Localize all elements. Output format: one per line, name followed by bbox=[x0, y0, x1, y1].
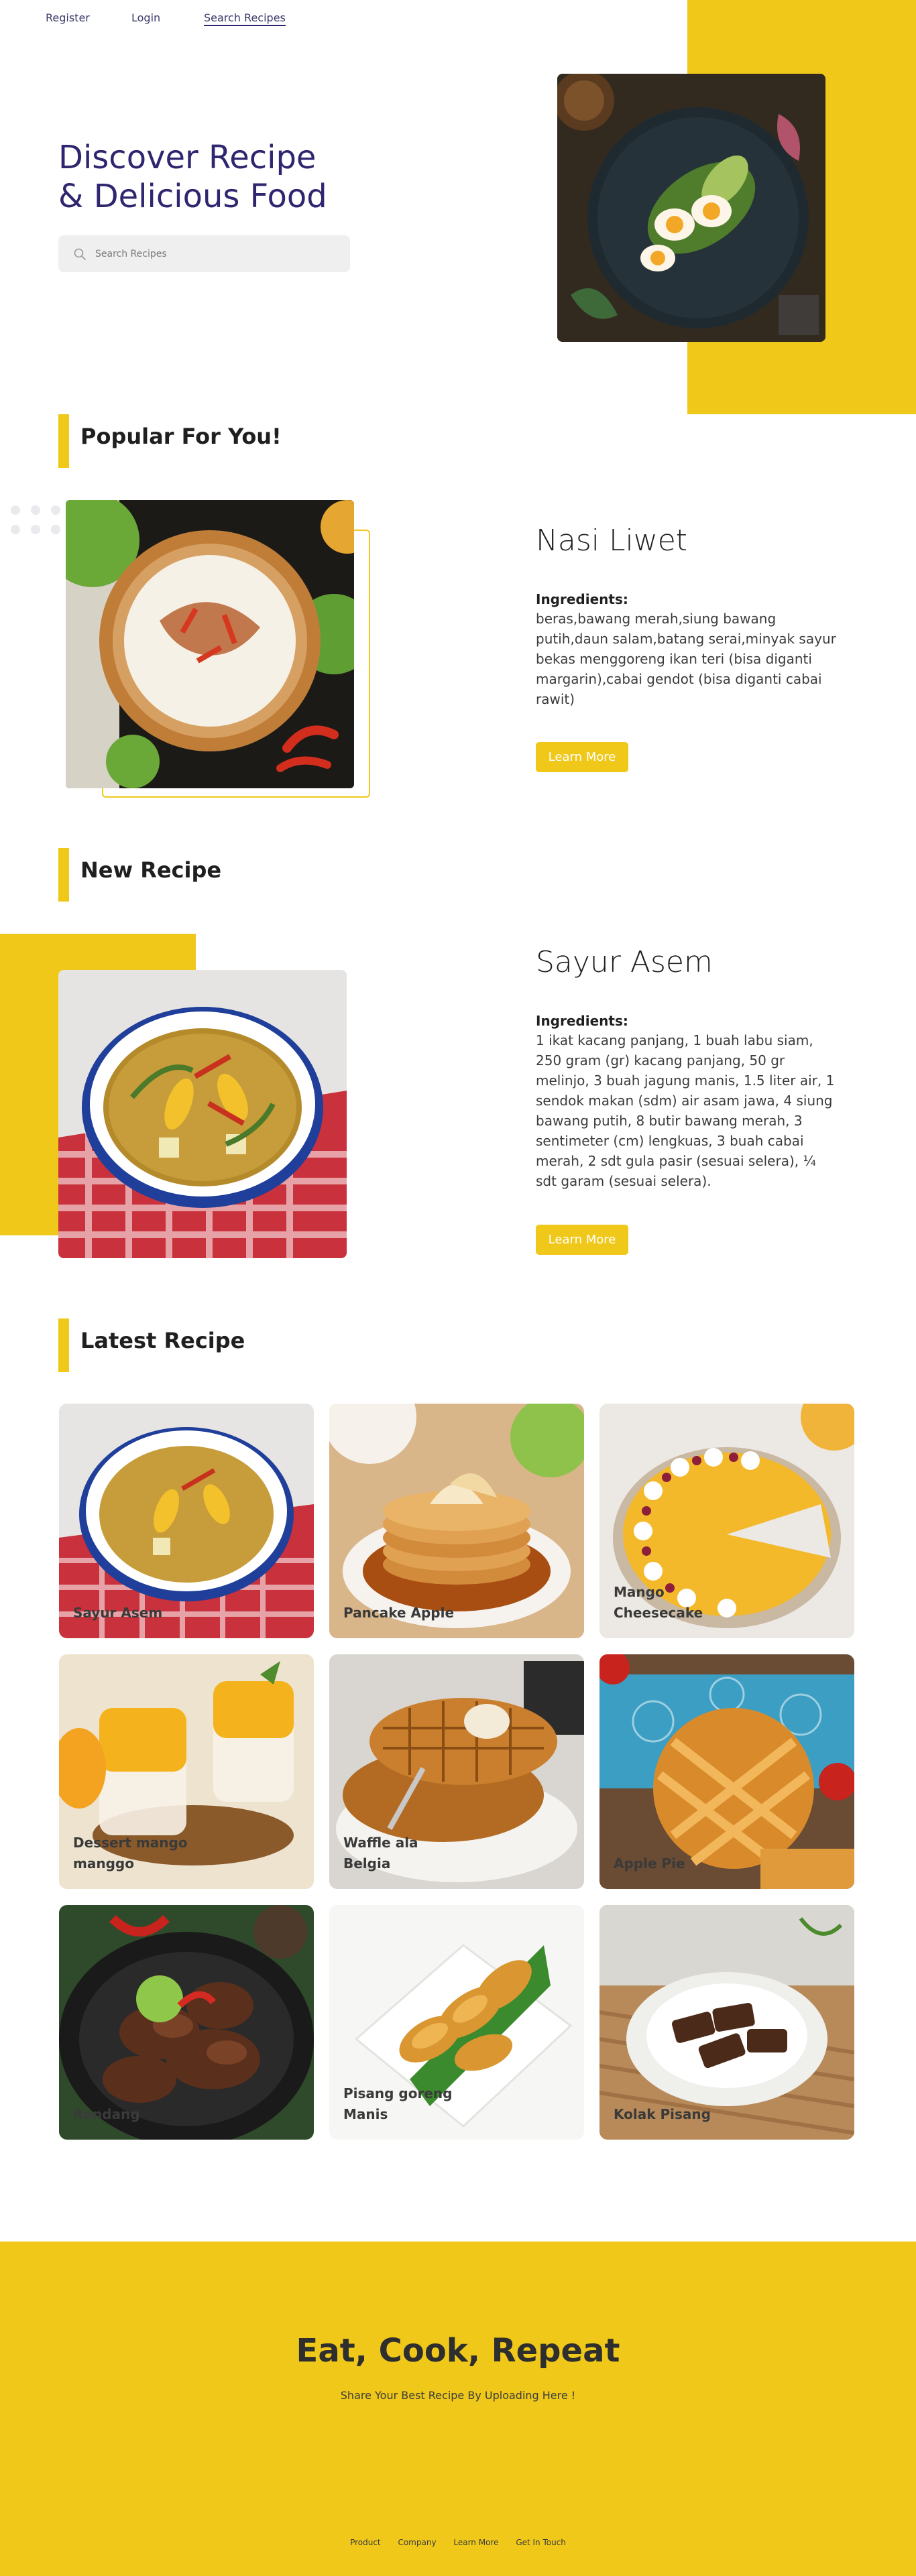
nav-register-link[interactable]: Register bbox=[46, 11, 90, 24]
popular-heading: Popular For You! bbox=[80, 424, 282, 449]
recipe-card-title: Sayur Asem bbox=[73, 1605, 163, 1621]
footer-link-get-in-touch[interactable]: Get In Touch bbox=[516, 2538, 566, 2547]
recipe-card-title: Kolak Pisang bbox=[614, 2106, 711, 2122]
new-recipe-section-bar bbox=[58, 848, 69, 902]
hero-title: Discover Recipe & Delicious Food bbox=[58, 138, 407, 216]
hero-title-line2: & Delicious Food bbox=[58, 178, 327, 215]
footer-title: Eat, Cook, Repeat bbox=[296, 2332, 620, 2370]
decor-dot bbox=[51, 525, 60, 534]
new-recipe-learn-more-button[interactable]: Learn More bbox=[536, 1225, 628, 1255]
recipe-card[interactable]: Mango Cheesecake bbox=[599, 1404, 854, 1638]
new-recipe-heading: New Recipe bbox=[80, 857, 222, 883]
recipe-card-title: Rendang bbox=[73, 2106, 140, 2122]
new-recipe-name: Sayur Asem bbox=[536, 945, 713, 979]
recipe-card-title: Pisang goreng Manis bbox=[343, 2085, 453, 2122]
popular-ingredients-text: beras,bawang merah,siung bawang putih,da… bbox=[536, 611, 836, 707]
popular-section-bar bbox=[58, 414, 69, 468]
popular-ingredients-label: Ingredients: bbox=[536, 591, 628, 607]
footer-subtitle: Share Your Best Recipe By Uploading Here… bbox=[340, 2389, 576, 2402]
decor-dot bbox=[51, 505, 60, 515]
decor-dot bbox=[11, 525, 20, 534]
recipe-card[interactable]: Sayur Asem bbox=[59, 1404, 314, 1638]
recipe-card[interactable]: Dessert mango manggo bbox=[59, 1654, 314, 1889]
recipe-card-title: Waffle ala Belgia bbox=[343, 1835, 418, 1872]
decor-dot bbox=[11, 505, 20, 515]
new-recipe-image-sayur-asem bbox=[58, 970, 347, 1258]
footer: Eat, Cook, Repeat Share Your Best Recipe… bbox=[0, 2242, 916, 2576]
popular-recipe-name: Nasi Liwet bbox=[536, 524, 688, 558]
decor-dot bbox=[31, 525, 40, 534]
recipe-card[interactable]: Pancake Apple bbox=[329, 1404, 584, 1638]
recipe-card[interactable]: Pisang goreng Manis bbox=[329, 1905, 584, 2140]
popular-image-nasi-liwet bbox=[66, 500, 354, 788]
new-recipe-ingredients-text: 1 ikat kacang panjang, 1 buah labu siam,… bbox=[536, 1032, 835, 1189]
footer-links: Product Company Learn More Get In Touch bbox=[0, 2538, 916, 2547]
recipe-card-title: Dessert mango manggo bbox=[73, 1835, 188, 1872]
popular-learn-more-button[interactable]: Learn More bbox=[536, 742, 628, 772]
recipe-card[interactable]: Apple Pie bbox=[599, 1654, 854, 1889]
search-input[interactable] bbox=[95, 235, 337, 272]
nav-search-recipes-link[interactable]: Search Recipes bbox=[204, 11, 286, 26]
search-bar[interactable] bbox=[58, 235, 350, 272]
footer-link-learn-more[interactable]: Learn More bbox=[453, 2538, 498, 2547]
search-icon bbox=[74, 248, 86, 260]
recipe-card[interactable]: Kolak Pisang bbox=[599, 1905, 854, 2140]
recipe-card-title: Apple Pie bbox=[614, 1855, 685, 1872]
recipe-card-title: Pancake Apple bbox=[343, 1605, 455, 1621]
new-recipe-ingredients-label: Ingredients: bbox=[536, 1013, 628, 1029]
latest-section-bar bbox=[58, 1318, 69, 1372]
decor-dot bbox=[31, 505, 40, 515]
recipe-card[interactable]: Waffle ala Belgia bbox=[329, 1654, 584, 1889]
footer-link-company[interactable]: Company bbox=[398, 2538, 436, 2547]
recipe-card[interactable]: Rendang bbox=[59, 1905, 314, 2140]
nav-login-link[interactable]: Login bbox=[131, 11, 160, 24]
hero-image-egg-avocado-plate bbox=[557, 74, 825, 342]
recipe-card-title: Mango Cheesecake bbox=[614, 1584, 703, 1621]
footer-link-product[interactable]: Product bbox=[350, 2538, 381, 2547]
latest-heading: Latest Recipe bbox=[80, 1328, 245, 1353]
hero-title-line1: Discover Recipe bbox=[58, 139, 317, 176]
